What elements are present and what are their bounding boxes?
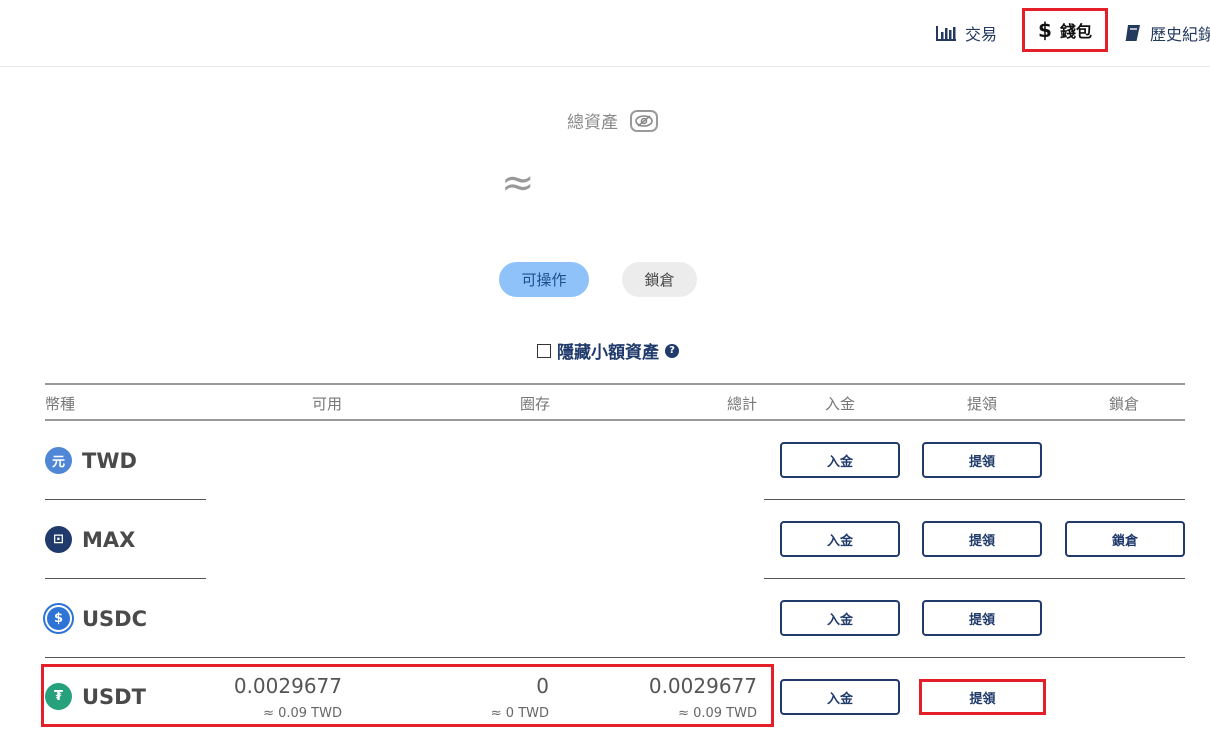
table-row: ₮ USDT bbox=[45, 683, 146, 710]
total-assets-value: ≈ bbox=[501, 160, 535, 206]
withdraw-button[interactable]: 提領 bbox=[922, 521, 1042, 557]
book-icon bbox=[1125, 25, 1140, 41]
nav-trade[interactable]: 交易 bbox=[935, 0, 997, 66]
filter-active-tab[interactable]: 可操作 bbox=[499, 262, 589, 297]
twd-coin-icon: 元 bbox=[45, 447, 72, 474]
dollar-icon: $ bbox=[1038, 18, 1052, 42]
filter-locked-tab[interactable]: 鎖倉 bbox=[622, 262, 697, 297]
usdt-coin-icon: ₮ bbox=[45, 683, 72, 710]
header-lock: 鎖倉 bbox=[1109, 395, 1140, 413]
usdt-locked-twd: ≈ 0 TWD bbox=[490, 706, 549, 721]
coin-name: TWD bbox=[82, 448, 137, 473]
total-assets: 總資產 bbox=[567, 108, 658, 133]
usdt-total-twd: ≈ 0.09 TWD bbox=[678, 706, 757, 721]
total-assets-label: 總資產 bbox=[567, 113, 618, 133]
usdt-locked: 0 bbox=[536, 674, 549, 698]
coin-name: USDC bbox=[82, 606, 148, 631]
row-divider bbox=[764, 499, 1185, 500]
coin-name: MAX bbox=[82, 527, 136, 552]
usdc-coin-icon: $ bbox=[45, 605, 72, 632]
coin-name: USDT bbox=[82, 684, 146, 709]
header-withdraw: 提領 bbox=[967, 395, 998, 413]
deposit-button[interactable]: 入金 bbox=[780, 600, 900, 636]
deposit-button[interactable]: 入金 bbox=[780, 521, 900, 557]
header-total: 總計 bbox=[727, 395, 758, 413]
hide-small-checkbox[interactable] bbox=[537, 343, 551, 358]
withdraw-button[interactable]: 提領 bbox=[922, 600, 1042, 636]
lock-button[interactable]: 鎖倉 bbox=[1065, 521, 1185, 557]
header-currency: 幣種 bbox=[45, 395, 76, 413]
usdt-available: 0.0029677 bbox=[233, 674, 342, 698]
usdt-total: 0.0029677 bbox=[648, 674, 757, 698]
table-row: 元 TWD bbox=[45, 447, 137, 474]
nav-trade-label: 交易 bbox=[965, 25, 998, 44]
nav-history[interactable]: 歷史紀錄 bbox=[1124, 0, 1210, 66]
withdraw-button[interactable]: 提領 bbox=[922, 442, 1042, 478]
deposit-button[interactable]: 入金 bbox=[780, 679, 900, 715]
row-divider bbox=[45, 578, 206, 579]
header-available: 可用 bbox=[312, 395, 343, 413]
table-top-rule bbox=[45, 383, 1185, 385]
table-row: ⊡ MAX bbox=[45, 526, 135, 553]
bar-chart-icon bbox=[936, 26, 956, 41]
usdt-available-twd: ≈ 0.09 TWD bbox=[263, 706, 342, 721]
deposit-button[interactable]: 入金 bbox=[780, 442, 900, 478]
nav-wallet-label: 錢包 bbox=[1059, 22, 1092, 41]
help-icon[interactable]: ? bbox=[665, 343, 679, 358]
row-divider bbox=[45, 499, 206, 500]
row-divider bbox=[45, 657, 1185, 658]
eye-toggle-button[interactable] bbox=[630, 109, 658, 132]
nav-history-label: 歷史紀錄 bbox=[1150, 25, 1210, 44]
table-row: $ USDC bbox=[45, 605, 147, 632]
header-locked-amount: 圈存 bbox=[520, 395, 551, 413]
eye-icon bbox=[635, 114, 653, 127]
nav-wallet[interactable]: $ 錢包 bbox=[1022, 8, 1108, 52]
hide-small-label: 隱藏小額資產 bbox=[557, 343, 659, 363]
hide-small-assets[interactable]: 隱藏小額資產 ? bbox=[537, 338, 679, 363]
header-deposit: 入金 bbox=[825, 395, 856, 413]
row-divider bbox=[764, 578, 1185, 579]
table-header-rule bbox=[45, 419, 1185, 421]
max-coin-icon: ⊡ bbox=[45, 526, 72, 553]
top-nav: 交易 $ 錢包 歷史紀錄 bbox=[0, 0, 1210, 67]
usdt-withdraw-button[interactable]: 提領 bbox=[919, 679, 1046, 715]
